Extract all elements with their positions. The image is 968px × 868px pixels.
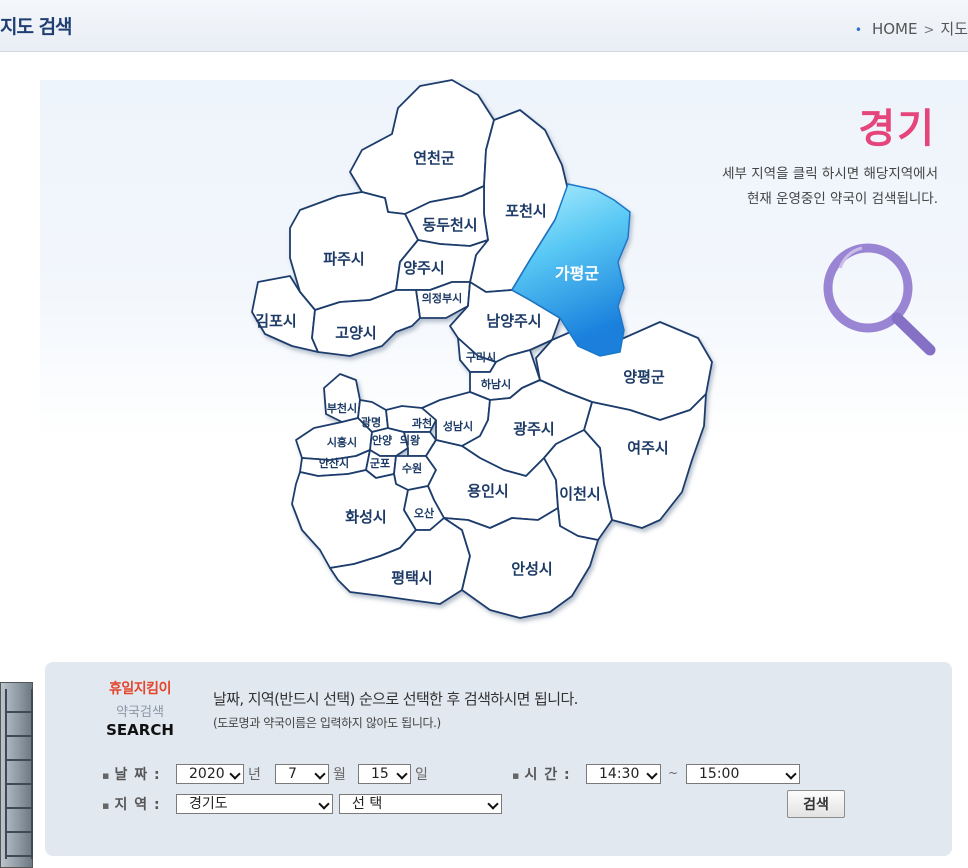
area-label-text: 지 역 : bbox=[114, 797, 161, 813]
year-select-value: 2020 bbox=[189, 766, 225, 782]
label-dongducheon: 동두천시 bbox=[422, 216, 477, 234]
time-end-select[interactable]: 15:00 bbox=[686, 764, 800, 784]
city-select-value: 선 택 bbox=[352, 796, 383, 812]
label-gunpo: 군포 bbox=[370, 457, 390, 470]
label-gwacheon: 과천 bbox=[412, 416, 432, 430]
label-goyang: 고양시 bbox=[335, 324, 376, 342]
label-gwangju: 광주시 bbox=[513, 420, 554, 438]
month-unit: 월 bbox=[333, 767, 346, 783]
time-end-value: 15:00 bbox=[699, 766, 740, 782]
label-gwangmyeong: 광명 bbox=[361, 415, 381, 429]
bullet-icon: ▪ bbox=[512, 769, 521, 782]
chevron-down-icon bbox=[396, 768, 408, 780]
label-seongnam: 성남시 bbox=[443, 419, 473, 433]
label-gimpo: 김포시 bbox=[255, 312, 296, 330]
time-label: ▪ 시 간 : bbox=[512, 764, 571, 784]
label-yeoju: 여주시 bbox=[627, 439, 668, 457]
label-yangju: 양주시 bbox=[403, 259, 444, 277]
label-suwon: 수원 bbox=[402, 461, 422, 475]
label-bucheon: 부천시 bbox=[327, 401, 357, 415]
label-icheon: 이천시 bbox=[559, 485, 600, 503]
day-select-value: 15 bbox=[371, 766, 389, 782]
brand-line3: SEARCH bbox=[106, 721, 174, 739]
year-unit: 년 bbox=[248, 767, 261, 783]
label-hanam: 하남시 bbox=[481, 377, 511, 391]
month-select-value: 7 bbox=[288, 766, 297, 782]
label-gapyeong: 가평군 bbox=[555, 264, 599, 283]
label-anyang: 안양 bbox=[372, 433, 392, 447]
chevron-down-icon bbox=[314, 768, 326, 780]
area-label: ▪ 지 역 : bbox=[102, 794, 161, 814]
label-anseong: 안성시 bbox=[511, 560, 552, 578]
time-separator: ~ bbox=[668, 766, 679, 780]
guide-sub: (도로명과 약국이름은 입력하지 않아도 됩니다.) bbox=[213, 716, 441, 730]
building-photo bbox=[0, 682, 33, 868]
bullet-icon: ▪ bbox=[102, 799, 111, 812]
province-select[interactable]: 경기도 bbox=[176, 794, 333, 814]
label-siheung: 시흥시 bbox=[327, 435, 357, 449]
day-select[interactable]: 15 bbox=[358, 764, 411, 784]
label-pyeongtaek: 평택시 bbox=[391, 569, 432, 587]
label-uijeongbu: 의정부시 bbox=[422, 291, 462, 305]
search-panel: 휴일지킴이 약국검색 SEARCH 날짜, 지역(반드시 선택) 순으로 선택한… bbox=[45, 662, 952, 856]
date-label-text: 날 짜 : bbox=[114, 767, 161, 783]
chevron-down-icon bbox=[318, 798, 330, 810]
year-select[interactable]: 2020 bbox=[176, 764, 244, 784]
guide-main: 날짜, 지역(반드시 선택) 순으로 선택한 후 검색하시면 됩니다. bbox=[213, 690, 578, 708]
month-select[interactable]: 7 bbox=[275, 764, 329, 784]
time-label-text: 시 간 : bbox=[524, 767, 571, 783]
date-label: ▪ 날 짜 : bbox=[102, 764, 161, 784]
city-select[interactable]: 선 택 bbox=[339, 794, 502, 814]
chevron-down-icon bbox=[646, 768, 658, 780]
label-ansan: 안산시 bbox=[319, 456, 349, 470]
label-paju: 파주시 bbox=[323, 250, 364, 268]
day-unit: 일 bbox=[415, 767, 428, 783]
chevron-down-icon bbox=[487, 798, 499, 810]
label-uiwang: 의왕 bbox=[400, 433, 420, 447]
bullet-icon: ▪ bbox=[102, 769, 111, 782]
brand-line1: 휴일지킴이 bbox=[109, 681, 171, 697]
time-start-select[interactable]: 14:30 bbox=[586, 764, 661, 784]
magnifier-icon bbox=[823, 243, 936, 356]
search-brand: 휴일지킴이 약국검색 SEARCH bbox=[97, 678, 183, 739]
chevron-down-icon bbox=[229, 768, 241, 780]
brand-line2: 약국검색 bbox=[116, 705, 164, 720]
label-guri: 구리시 bbox=[466, 350, 496, 364]
label-namyangju: 남양주시 bbox=[486, 312, 541, 330]
label-yongin: 용인시 bbox=[467, 482, 508, 500]
label-yeoncheon: 연천군 bbox=[413, 149, 455, 167]
label-hwaseong: 화성시 bbox=[345, 508, 386, 526]
chevron-down-icon bbox=[785, 768, 797, 780]
search-button[interactable]: 검색 bbox=[787, 790, 845, 818]
label-yangpyeong: 양평군 bbox=[623, 368, 665, 386]
label-osan: 오산 bbox=[414, 506, 434, 520]
province-select-value: 경기도 bbox=[189, 796, 228, 812]
label-pocheon: 포천시 bbox=[505, 202, 546, 220]
time-start-value: 14:30 bbox=[599, 766, 640, 782]
